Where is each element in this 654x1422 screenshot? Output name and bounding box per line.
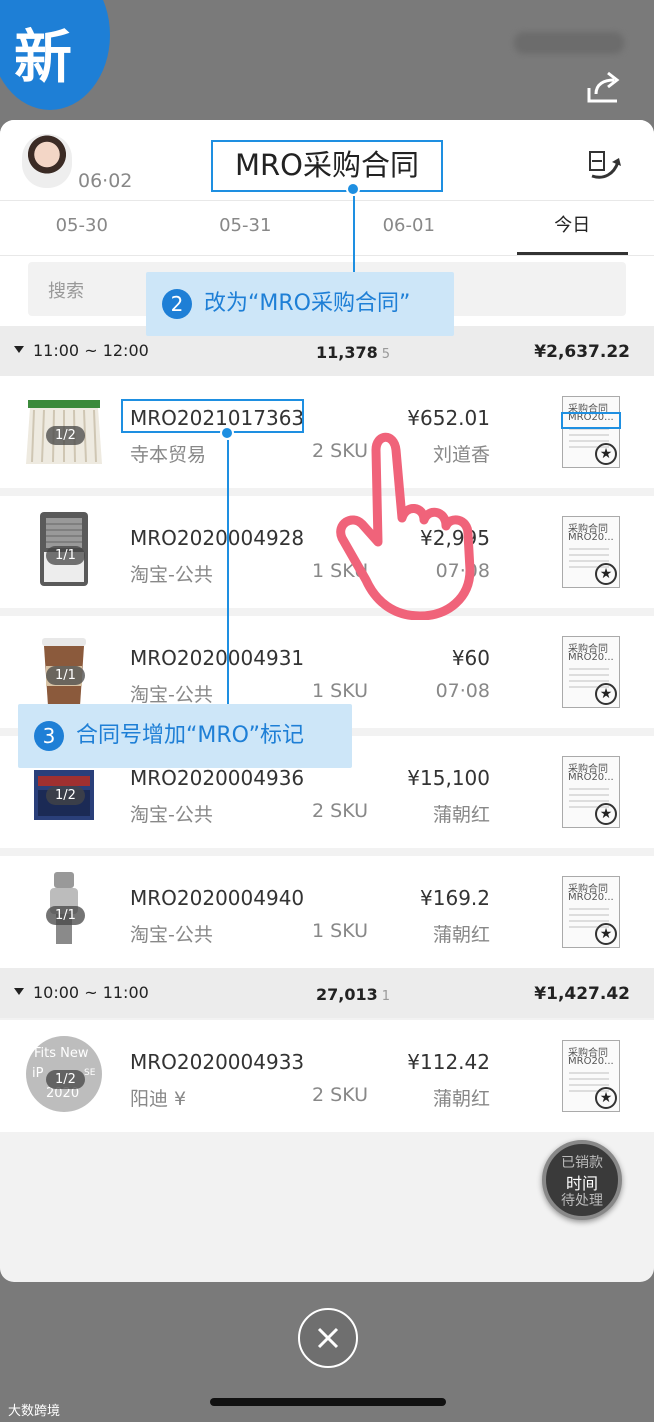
contract-code: MRO2020004936 <box>130 766 305 790</box>
contract-doc-thumbnail[interactable]: 采购合同 MRO20... ★ <box>562 516 620 588</box>
contract-code: MRO2020004940 <box>130 886 305 910</box>
contract-price: ¥169.2 <box>420 886 490 910</box>
group-amount: ¥2,637.22 <box>534 342 630 362</box>
close-button[interactable] <box>298 1308 358 1368</box>
star-icon: ★ <box>595 563 617 585</box>
group-time: 11:00 ~ 12:00 <box>33 341 149 360</box>
home-indicator[interactable] <box>210 1398 446 1406</box>
vendor-name: 淘宝-公共 <box>130 804 213 826</box>
callout-code-prefix: 3 合同号增加“MRO”标记 <box>18 704 352 768</box>
share-icon[interactable] <box>586 70 622 104</box>
date-tabs: 05-30 05-31 06-01 今日 <box>0 200 654 256</box>
search-placeholder: 搜索 <box>48 281 84 302</box>
group-time: 10:00 ~ 11:00 <box>33 983 149 1002</box>
contract-code: MRO2020004933 <box>130 1050 305 1074</box>
doc-highlight-box <box>561 412 621 429</box>
star-icon: ★ <box>595 923 617 945</box>
table-row[interactable]: 1/2 MRO2021017363 寺本贸易 2 SKU ¥652.01 刘道香… <box>0 376 654 488</box>
vendor-name: 阳迪 ¥ <box>130 1088 187 1110</box>
calendar-switch-icon[interactable] <box>586 146 626 182</box>
new-badge: 新 <box>0 0 110 110</box>
contract-code: MRO2020004931 <box>130 646 305 670</box>
close-icon <box>317 1327 339 1349</box>
tab-today[interactable]: 今日 <box>491 201 654 255</box>
callout-number: 3 <box>34 721 64 751</box>
tab-05-30[interactable]: 05-30 <box>0 201 164 255</box>
buyer-name: 蒲朝红 <box>432 924 490 946</box>
new-badge-text: 新 <box>14 23 73 91</box>
image-count-badge: 1/2 <box>46 426 85 445</box>
title-highlight-box <box>211 140 443 192</box>
doc-subtitle: MRO20... <box>568 532 614 543</box>
image-count-badge: 1/1 <box>46 666 85 685</box>
table-row[interactable]: 1/1 MRO2020004928 淘宝-公共 1 SKU ¥2,995 07·… <box>0 496 654 608</box>
star-icon: ★ <box>595 683 617 705</box>
status-bar-time-blurred <box>514 32 624 54</box>
tab-06-01[interactable]: 06-01 <box>327 201 491 255</box>
contract-doc-thumbnail[interactable]: 采购合同 MRO20... ★ <box>562 396 620 468</box>
contract-code: MRO2020004928 <box>130 526 305 550</box>
vendor-name: 淘宝-公共 <box>130 924 213 946</box>
star-icon: ★ <box>595 443 617 465</box>
annotation-dot <box>220 426 234 440</box>
contract-doc-thumbnail[interactable]: 采购合同 MRO20... ★ <box>562 1040 620 1112</box>
group-count: 5 <box>381 347 391 362</box>
caret-down-icon <box>14 988 24 995</box>
annotation-line <box>353 196 355 272</box>
sku-count: 1 SKU <box>312 680 369 702</box>
sku-count: 2 SKU <box>312 1084 369 1106</box>
vendor-name: 淘宝-公共 <box>130 564 213 586</box>
annotation-dot <box>346 182 360 196</box>
pending-time-float-button[interactable]: 已销款 时间 待处理 <box>542 1140 622 1220</box>
contract-price: ¥60 <box>451 646 490 670</box>
pointing-hand-icon <box>336 432 475 620</box>
contract-price: ¥112.42 <box>407 1050 490 1074</box>
doc-subtitle: MRO20... <box>568 772 614 783</box>
doc-subtitle: MRO20... <box>568 1056 614 1067</box>
buyer-name: 蒲朝红 <box>432 1088 490 1110</box>
callout-number: 2 <box>162 289 192 319</box>
callout-text: 合同号增加“MRO”标记 <box>76 723 304 748</box>
contract-price: ¥15,100 <box>407 766 490 790</box>
vendor-name: 寺本贸易 <box>130 444 207 466</box>
table-row[interactable]: Fits New iP SE 2020 1/2 MRO2020004933 阳迪… <box>0 1020 654 1132</box>
buyer-name: 蒲朝红 <box>432 804 490 826</box>
doc-subtitle: MRO20... <box>568 652 614 663</box>
image-count-badge: 1/1 <box>46 546 85 565</box>
tab-05-31[interactable]: 05-31 <box>164 201 328 255</box>
sku-count: 2 SKU <box>312 800 369 822</box>
star-icon: ★ <box>595 1087 617 1109</box>
sku-count: 1 SKU <box>312 920 369 942</box>
table-row[interactable]: 1/1 MRO2020004940 淘宝-公共 1 SKU ¥169.2 蒲朝红… <box>0 856 654 968</box>
buyer-name: 07·08 <box>435 680 490 702</box>
image-count-badge: 1/1 <box>46 906 85 925</box>
code-highlight-box <box>121 399 304 433</box>
time-group-header[interactable]: 10:00 ~ 11:00 27,013 1 ¥1,427.42 <box>0 968 654 1018</box>
watermark-text: 大数跨境 <box>8 1404 61 1419</box>
group-count: 1 <box>381 989 391 1004</box>
contract-doc-thumbnail[interactable]: 采购合同 MRO20... ★ <box>562 636 620 708</box>
group-amount: ¥1,427.42 <box>534 984 630 1004</box>
star-icon: ★ <box>595 803 617 825</box>
callout-text: 改为“MRO采购合同” <box>204 291 411 316</box>
vendor-name: 淘宝-公共 <box>130 684 213 706</box>
group-qty: 11,378 5 <box>316 343 391 362</box>
contract-doc-thumbnail[interactable]: 采购合同 MRO20... ★ <box>562 756 620 828</box>
group-qty: 27,013 1 <box>316 985 391 1004</box>
annotation-line <box>227 440 229 706</box>
image-count-badge: 1/2 <box>46 1070 85 1089</box>
caret-down-icon <box>14 346 24 353</box>
callout-title-rename: 2 改为“MRO采购合同” <box>146 272 454 336</box>
contract-doc-thumbnail[interactable]: 采购合同 MRO20... ★ <box>562 876 620 948</box>
doc-subtitle: MRO20... <box>568 892 614 903</box>
image-count-badge: 1/2 <box>46 786 85 805</box>
